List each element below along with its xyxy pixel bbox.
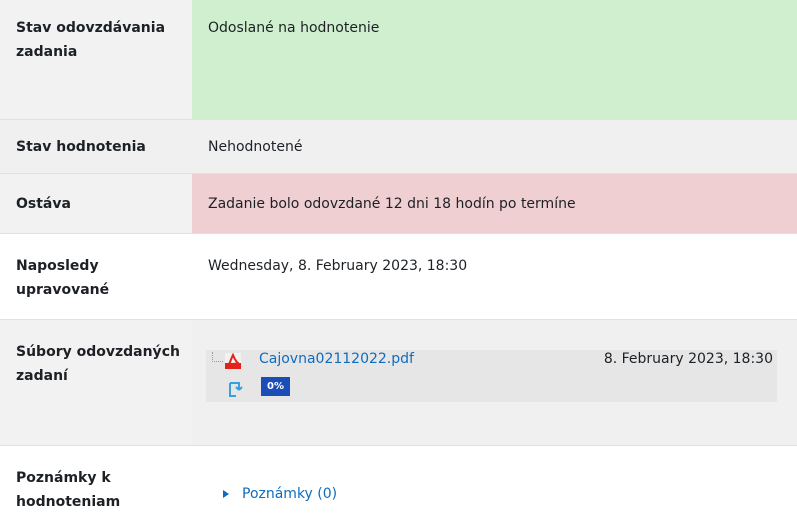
last-modified-value: Wednesday, 8. February 2023, 18:30	[192, 233, 797, 319]
plagiarism-check-icon[interactable]	[227, 381, 243, 398]
submission-status-label: Stav odovzdávania zadania	[0, 0, 192, 119]
row-submission-status: Stav odovzdávania zadania Odoslané na ho…	[0, 0, 797, 119]
file-submissions-label: Súbory odovzdaných zadaní	[0, 319, 192, 445]
submission-status-table: Stav odovzdávania zadania Odoslané na ho…	[0, 0, 797, 514]
submission-comments-value: Poznámky (0)	[192, 445, 797, 514]
row-grading-status: Stav hodnotenia Nehodnotené	[0, 119, 797, 173]
file-link[interactable]: Cajovna02112022.pdf	[259, 347, 414, 371]
grading-status-label: Stav hodnotenia	[0, 119, 192, 173]
grading-status-value: Nehodnotené	[192, 119, 797, 173]
tree-connector	[212, 351, 223, 362]
row-time-remaining: Ostáva Zadanie bolo odovzdané 12 dni 18 …	[0, 173, 797, 233]
submission-status-value: Odoslané na hodnotenie	[192, 0, 797, 119]
file-tree: Cajovna02112022.pdf 8. February 2023, 18…	[206, 347, 777, 402]
similarity-score-badge[interactable]: 0%	[261, 376, 290, 396]
last-modified-label: Naposledy upravované	[0, 233, 192, 319]
submission-comments-label: Poznámky k hodnoteniam	[0, 445, 192, 514]
row-file-submissions: Súbory odovzdaných zadaní Cajovna0211202…	[0, 319, 797, 445]
time-remaining-label: Ostáva	[0, 173, 192, 233]
caret-right-icon	[223, 489, 229, 498]
comments-link-label: Poznámky (0)	[242, 485, 338, 502]
row-last-modified: Naposledy upravované Wednesday, 8. Febru…	[0, 233, 797, 319]
comments-toggle[interactable]: Poznámky (0)	[223, 482, 337, 506]
time-remaining-value: Zadanie bolo odovzdané 12 dni 18 hodín p…	[192, 173, 797, 233]
pdf-icon	[225, 352, 241, 369]
file-date: 8. February 2023, 18:30	[603, 350, 773, 367]
row-submission-comments: Poznámky k hodnoteniam Poznámky (0)	[0, 445, 797, 514]
file-submissions-value: Cajovna02112022.pdf 8. February 2023, 18…	[192, 319, 797, 445]
